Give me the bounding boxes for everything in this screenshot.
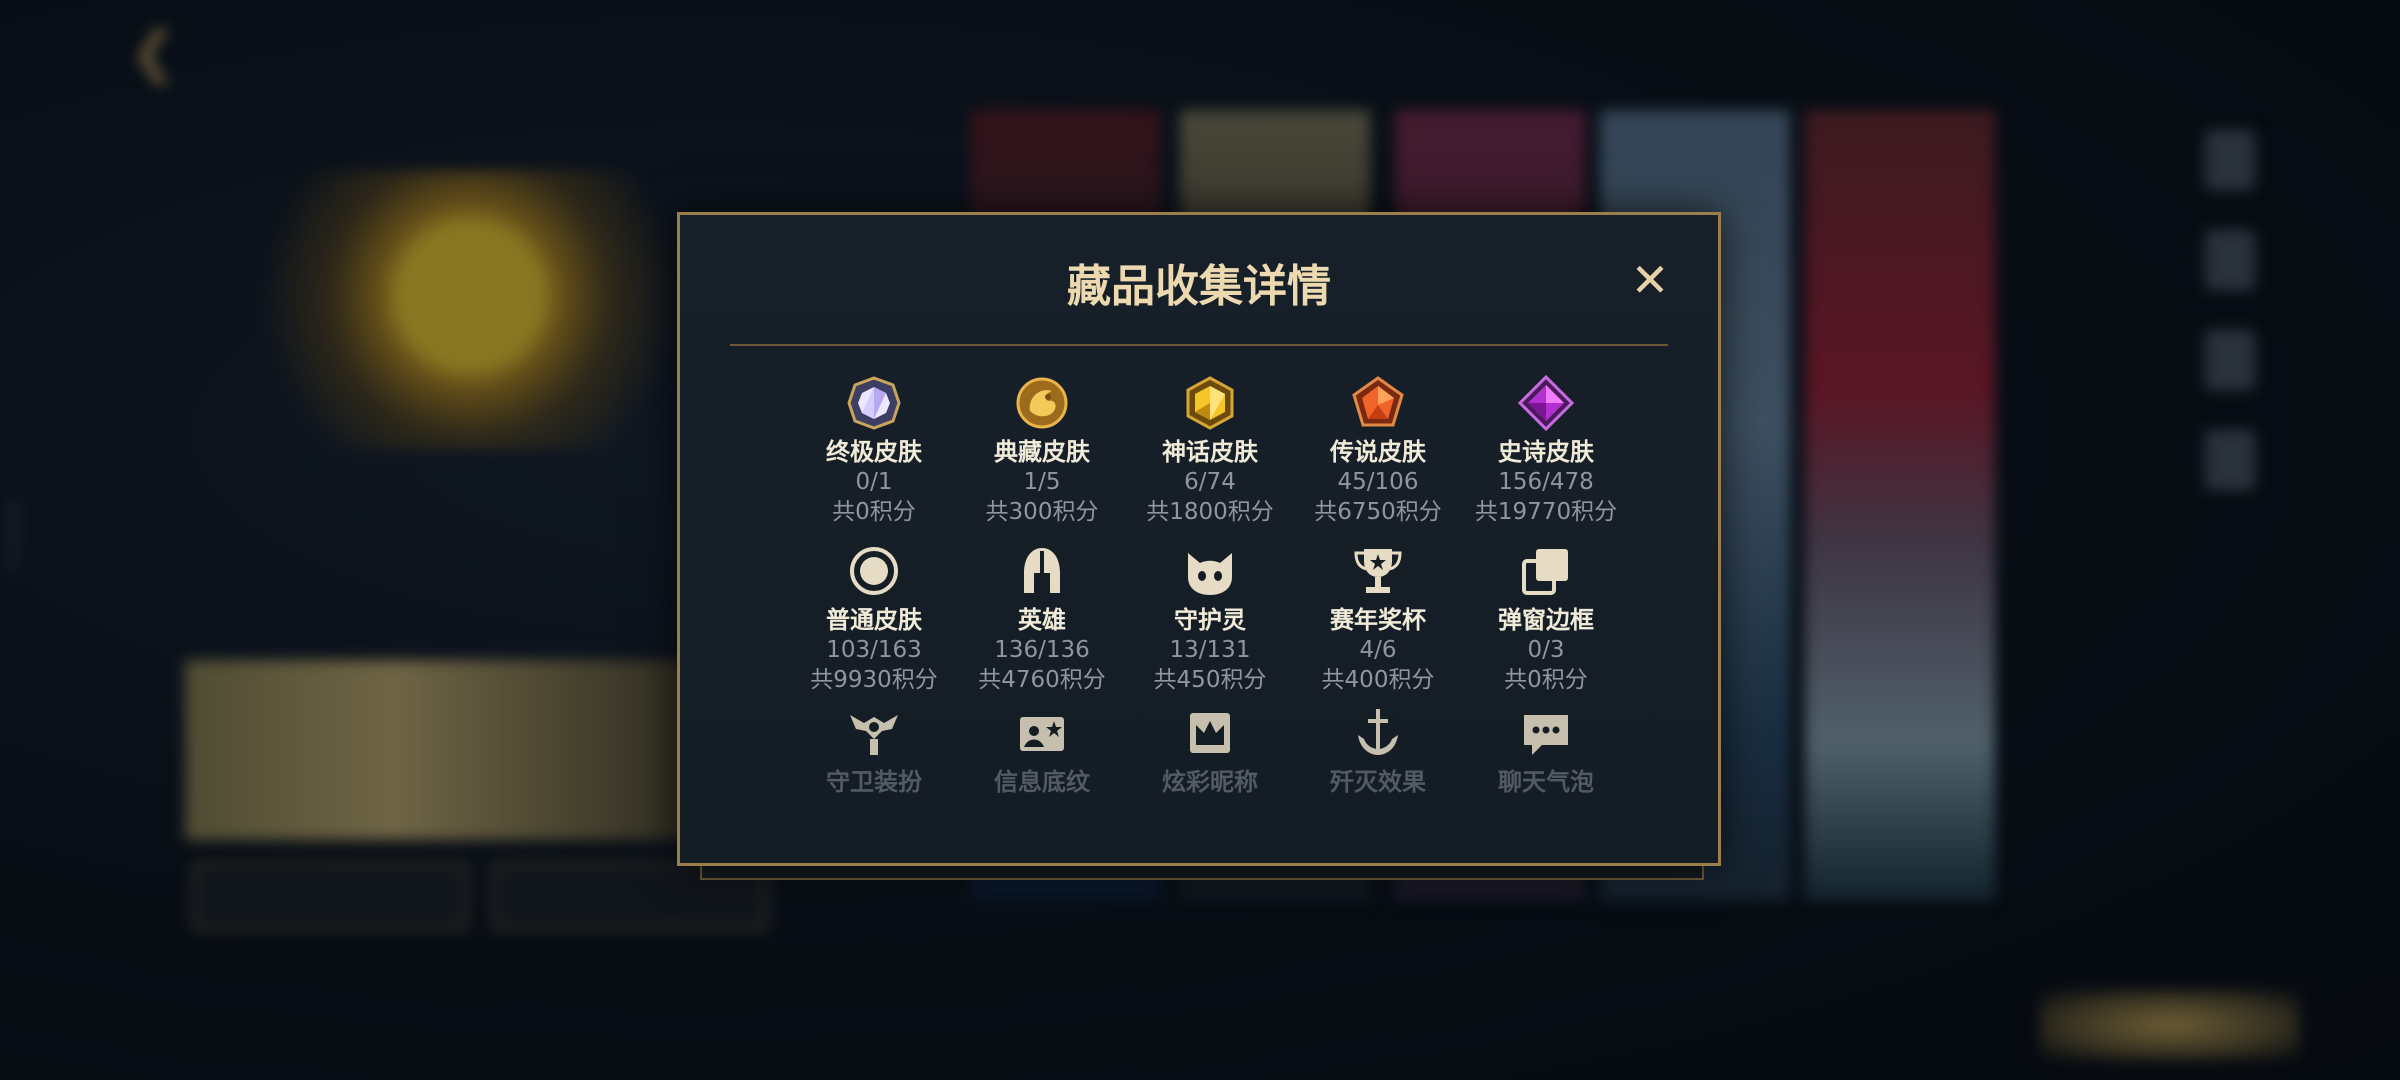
collection-item[interactable]: 典藏皮肤 1/5 共300积分 bbox=[958, 375, 1126, 527]
close-button[interactable]: ✕ bbox=[1627, 257, 1673, 303]
item-points: 共0积分 bbox=[832, 499, 916, 525]
item-points: 共300积分 bbox=[985, 499, 1099, 525]
collection-item[interactable]: 歼灭效果 bbox=[1294, 705, 1462, 797]
anchor-sword-icon bbox=[1358, 709, 1398, 755]
item-name: 典藏皮肤 bbox=[994, 438, 1090, 466]
collection-item[interactable]: 传说皮肤 45/106 共6750积分 bbox=[1294, 375, 1462, 527]
collection-item[interactable]: 神话皮肤 6/74 共1800积分 bbox=[1126, 375, 1294, 527]
item-name: 终极皮肤 bbox=[826, 438, 922, 466]
item-name: 守护灵 bbox=[1174, 606, 1246, 634]
collection-item[interactable]: 炫彩昵称 bbox=[1126, 705, 1294, 797]
little-legend-icon bbox=[1188, 553, 1232, 595]
banner-card-icon bbox=[1020, 717, 1064, 751]
item-count: 0/3 bbox=[1527, 637, 1565, 663]
item-points: 共0积分 bbox=[1504, 667, 1588, 693]
item-name: 聊天气泡 bbox=[1498, 768, 1594, 796]
item-count: 4/6 bbox=[1359, 637, 1397, 663]
chat-bubble-icon bbox=[1524, 715, 1568, 755]
dragon-emblem-icon bbox=[1016, 377, 1068, 429]
item-count: 45/106 bbox=[1337, 469, 1419, 495]
orange-pentagon-gem-icon bbox=[1352, 376, 1404, 427]
item-points: 共400积分 bbox=[1321, 667, 1435, 693]
item-count: 0/1 bbox=[855, 469, 893, 495]
ultimate-gem-icon bbox=[847, 376, 901, 430]
collection-item[interactable]: 守护灵 13/131 共450积分 bbox=[1126, 543, 1294, 695]
item-count: 13/131 bbox=[1169, 637, 1251, 663]
item-points: 共1800积分 bbox=[1146, 499, 1274, 525]
trophy-icon bbox=[1354, 549, 1402, 593]
dialog-title: 藏品收集详情 bbox=[1067, 261, 1331, 312]
item-points: 共9930积分 bbox=[810, 667, 938, 693]
collection-item[interactable]: 弹窗边框 0/3 共0积分 bbox=[1462, 543, 1630, 695]
item-name: 歼灭效果 bbox=[1330, 768, 1426, 796]
item-points: 共6750积分 bbox=[1314, 499, 1442, 525]
item-points: 共4760积分 bbox=[978, 667, 1106, 693]
collection-item[interactable]: 聊天气泡 bbox=[1462, 705, 1630, 797]
collection-item[interactable]: 信息底纹 bbox=[958, 705, 1126, 797]
item-count: 1/5 bbox=[1023, 469, 1061, 495]
modal-shadow-edge bbox=[700, 866, 1704, 880]
item-name: 炫彩昵称 bbox=[1162, 768, 1258, 796]
item-name: 英雄 bbox=[1018, 606, 1066, 634]
crown-nameplate-icon bbox=[1190, 713, 1230, 753]
item-count: 103/163 bbox=[826, 637, 922, 663]
item-name: 弹窗边框 bbox=[1498, 606, 1594, 634]
item-name: 史诗皮肤 bbox=[1498, 438, 1594, 466]
frame-stack-icon bbox=[1522, 549, 1568, 595]
item-points: 共450积分 bbox=[1153, 667, 1267, 693]
collection-item[interactable]: 英雄 136/136 共4760积分 bbox=[958, 543, 1126, 695]
collection-item[interactable]: 史诗皮肤 156/478 共19770积分 bbox=[1462, 375, 1630, 527]
item-name: 传说皮肤 bbox=[1330, 438, 1426, 466]
collection-item[interactable]: 赛年奖杯 4/6 共400积分 bbox=[1294, 543, 1462, 695]
collection-item[interactable]: 终极皮肤 0/1 共0积分 bbox=[790, 375, 958, 527]
item-name: 赛年奖杯 bbox=[1330, 606, 1426, 634]
collection-item[interactable]: 守卫装扮 bbox=[790, 705, 958, 797]
title-divider bbox=[730, 344, 1668, 346]
helmet-icon bbox=[1024, 548, 1060, 593]
item-name: 守卫装扮 bbox=[826, 768, 922, 796]
item-count: 156/478 bbox=[1498, 469, 1594, 495]
collection-item[interactable]: 普通皮肤 103/163 共9930积分 bbox=[790, 543, 958, 695]
item-count: 6/74 bbox=[1184, 469, 1236, 495]
collection-details-dialog: 藏品收集详情 ✕ 终极皮肤 0/1 共0积分 典藏皮肤 1/5 共300积分 神… bbox=[677, 212, 1721, 866]
gold-hexagon-gem-icon bbox=[1186, 376, 1234, 430]
circle-ring-icon bbox=[850, 547, 898, 595]
purple-diamond-gem-icon bbox=[1518, 375, 1574, 431]
item-points: 共19770积分 bbox=[1474, 499, 1618, 525]
ward-icon bbox=[850, 715, 898, 755]
item-name: 普通皮肤 bbox=[826, 606, 922, 634]
item-count: 136/136 bbox=[994, 637, 1090, 663]
item-name: 信息底纹 bbox=[994, 768, 1090, 796]
item-name: 神话皮肤 bbox=[1162, 438, 1258, 466]
